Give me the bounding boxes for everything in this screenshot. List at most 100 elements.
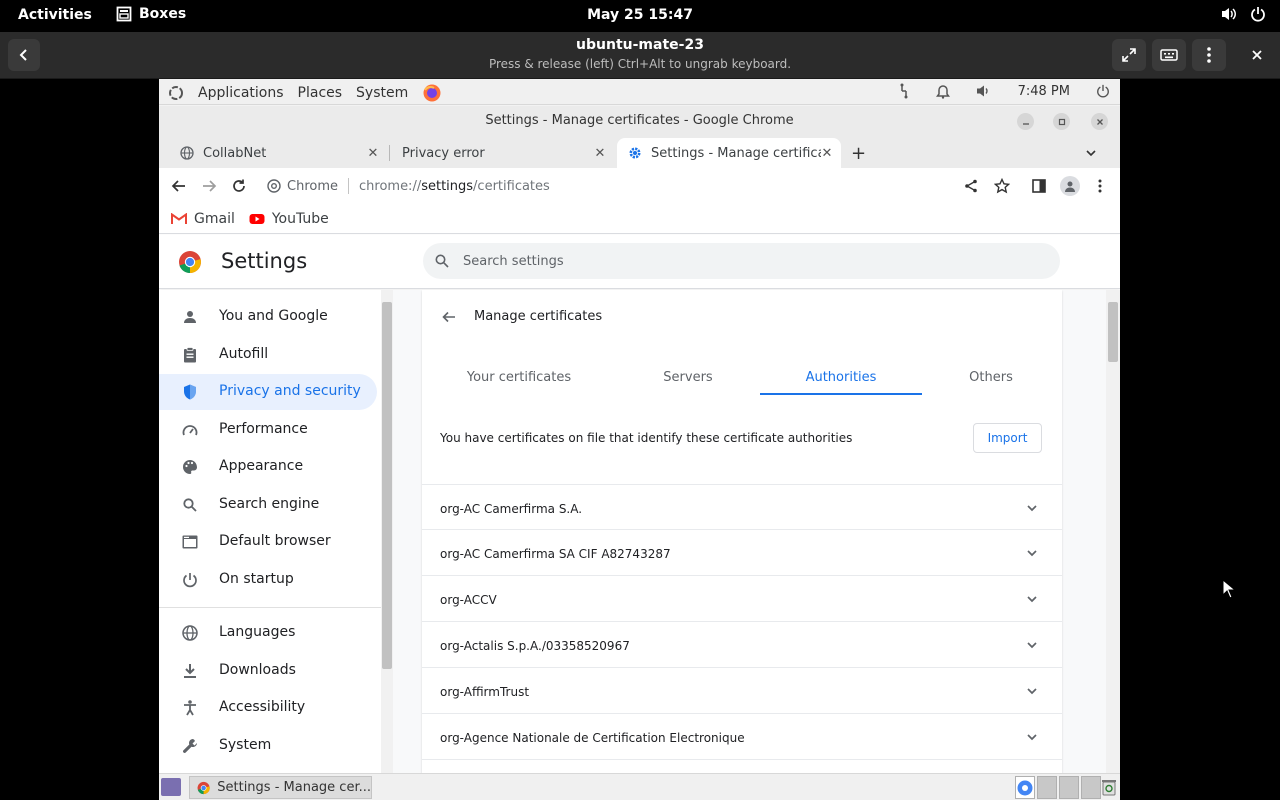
bookmark-label: YouTube (271, 210, 329, 227)
settings-search[interactable] (423, 243, 1060, 279)
system-tray[interactable] (1220, 6, 1266, 22)
chevron-down-icon[interactable] (1024, 545, 1040, 561)
search-input[interactable] (463, 253, 1023, 269)
trash-icon[interactable] (1101, 778, 1117, 800)
workspace-2[interactable] (1037, 776, 1057, 799)
chevron-down-icon[interactable] (1024, 729, 1040, 745)
tab-collabnet[interactable]: CollabNet ✕ (169, 138, 387, 168)
chevron-down-icon[interactable] (1024, 637, 1040, 653)
sidebar-item-accessibility[interactable]: Accessibility (159, 690, 377, 726)
list-item[interactable]: org-ACCV (422, 576, 1062, 622)
reload-button[interactable] (230, 177, 248, 195)
bookmark-star-button[interactable] (993, 177, 1011, 195)
chrome-menu-button[interactable] (1091, 177, 1109, 195)
list-item[interactable]: org-Agence Nationale de Certification El… (422, 714, 1062, 760)
bookmark-youtube[interactable]: YouTube (249, 211, 329, 227)
tab-search-button[interactable] (1085, 144, 1097, 163)
activities-button[interactable]: Activities (18, 7, 92, 23)
chevron-down-icon[interactable] (1024, 591, 1040, 607)
list-item[interactable]: org-AffirmTrust (422, 668, 1062, 714)
keyboard-button[interactable] (1152, 39, 1186, 71)
sidebar-item-on-startup[interactable]: On startup (159, 562, 377, 598)
sidebar-item-search-engine[interactable]: Search engine (159, 487, 377, 523)
avatar-icon (1065, 181, 1075, 192)
taskbar-chrome-window[interactable]: Settings - Manage cer... (189, 776, 372, 799)
accessibility-icon (181, 699, 199, 717)
bookmarks-bar: Gmail YouTube (159, 204, 1120, 234)
panel-clock[interactable]: 7:48 PM (1018, 84, 1070, 99)
workspace-1[interactable] (1015, 776, 1035, 799)
sidebar-item-system[interactable]: System (159, 728, 377, 764)
sidebar-item-autofill[interactable]: Autofill (159, 337, 377, 373)
kebab-menu-icon (1207, 47, 1211, 63)
minimize-icon (1022, 122, 1029, 125)
sidebar-item-you-and-google[interactable]: You and Google (159, 299, 377, 335)
tab-your-certificates[interactable]: Your certificates (436, 358, 602, 396)
certificate-org-name: org-AffirmTrust (440, 685, 530, 699)
tab-others[interactable]: Others (922, 358, 1060, 396)
maximize-button[interactable] (1053, 113, 1070, 130)
clock[interactable]: May 25 15:47 (560, 7, 720, 23)
arrow-right-icon (203, 180, 217, 192)
side-panel-button[interactable] (1030, 177, 1048, 195)
back-button[interactable] (170, 177, 188, 195)
notification-bell-icon[interactable] (935, 83, 950, 99)
show-desktop-button[interactable] (161, 778, 181, 796)
list-item[interactable]: org-Actalis S.p.A./03358520967 (422, 622, 1062, 668)
sidebar-item-performance[interactable]: Performance (159, 412, 377, 448)
main-scrollbar[interactable] (1106, 290, 1120, 773)
tab-settings[interactable]: Settings - Manage certificates ✕ (617, 138, 841, 168)
share-button[interactable] (962, 177, 980, 195)
chevron-down-icon[interactable] (1024, 683, 1040, 699)
certificate-org-name: org-ACCV (440, 593, 497, 607)
tab-authorities[interactable]: Authorities (760, 358, 922, 396)
workspace-4[interactable] (1081, 776, 1101, 799)
address-bar[interactable]: Chrome chrome:// settings /certificates (267, 172, 957, 200)
share-icon (965, 179, 977, 193)
places-menu[interactable]: Places (298, 85, 343, 101)
sidebar-scrollbar-thumb[interactable] (382, 302, 392, 669)
workspace-3[interactable] (1059, 776, 1079, 799)
forward-button[interactable] (200, 177, 218, 195)
applications-menu[interactable]: Applications (198, 85, 284, 101)
chrome-icon (197, 781, 210, 794)
tab-close-icon[interactable]: ✕ (365, 145, 381, 161)
fullscreen-button[interactable] (1112, 39, 1146, 71)
site-chip[interactable]: Chrome (267, 179, 338, 194)
tab-close-icon[interactable]: ✕ (819, 145, 835, 161)
sidebar-item-languages[interactable]: Languages (159, 615, 377, 651)
import-button[interactable]: Import (973, 423, 1042, 453)
tab-label: Privacy error (402, 145, 485, 161)
chevron-down-icon[interactable] (1024, 500, 1040, 516)
tab-close-icon[interactable]: ✕ (592, 145, 608, 161)
sidebar-scrollbar[interactable] (381, 290, 393, 773)
app-menu[interactable]: Boxes (116, 6, 186, 22)
bookmark-gmail[interactable]: Gmail (171, 211, 235, 227)
list-item[interactable]: org-AC Camerfirma S.A. (422, 484, 1062, 530)
shutdown-icon[interactable] (1096, 84, 1110, 98)
close-button[interactable] (1240, 39, 1274, 71)
profile-button[interactable] (1060, 176, 1080, 196)
sidebar-item-default-browser[interactable]: Default browser (159, 524, 377, 560)
firefox-icon[interactable] (422, 83, 442, 103)
main-scrollbar-thumb[interactable] (1108, 302, 1118, 362)
tab-privacy-error[interactable]: Privacy error ✕ (392, 138, 614, 168)
tab-servers[interactable]: Servers (613, 358, 763, 396)
new-tab-button[interactable]: + (851, 143, 866, 164)
minimize-button[interactable] (1017, 113, 1034, 130)
list-item[interactable]: org-AC Camerfirma SA CIF A82743287 (422, 530, 1062, 576)
sidebar-item-appearance[interactable]: Appearance (159, 449, 377, 485)
download-icon (181, 662, 199, 680)
vm-display[interactable]: Applications Places System 7:48 PM Setti… (159, 79, 1120, 800)
page-title: Manage certificates (474, 309, 603, 324)
keyboard-icon (1160, 49, 1178, 61)
sidebar-item-downloads[interactable]: Downloads (159, 653, 377, 689)
system-menu[interactable]: System (356, 85, 408, 101)
volume-icon[interactable] (976, 84, 992, 98)
menu-button[interactable] (1192, 39, 1226, 71)
window-close-button[interactable] (1091, 113, 1108, 130)
sidebar-item-privacy-and-security[interactable]: Privacy and security (159, 374, 377, 410)
back-to-security-button[interactable] (440, 308, 458, 326)
network-icon[interactable] (898, 83, 910, 99)
window-titlebar[interactable]: Settings - Manage certificates - Google … (159, 106, 1120, 136)
